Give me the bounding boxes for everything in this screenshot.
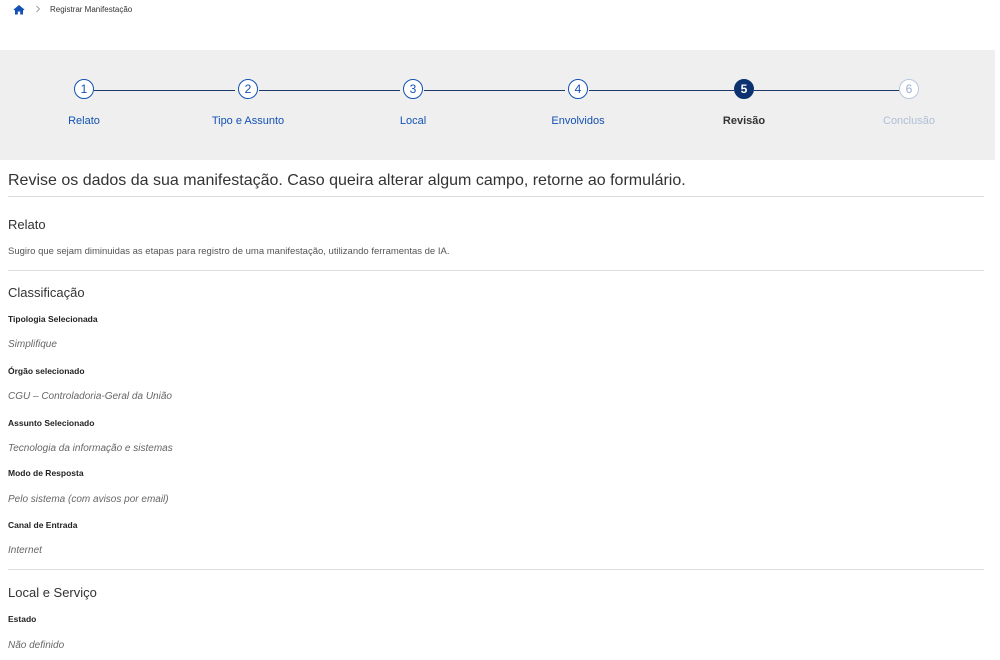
page-title: Revise os dados da sua manifestação. Cas… (8, 172, 686, 189)
step-number: 2 (238, 79, 258, 99)
field-value: CGU – Controladoria-Geral da União (8, 391, 172, 402)
step-number: 5 (734, 79, 754, 99)
step-tipo-assunto[interactable]: 2 Tipo e Assunto (188, 79, 308, 127)
field-value: Pelo sistema (com avisos por email) (8, 494, 169, 505)
section-title-relato: Relato (8, 217, 46, 232)
field-value: Tecnologia da informação e sistemas (8, 443, 173, 454)
step-label: Tipo e Assunto (211, 115, 285, 127)
step-local[interactable]: 3 Local (353, 79, 473, 127)
field-value: Internet (8, 545, 42, 556)
step-label: Revisão (722, 115, 766, 127)
field-label: Assunto Selecionado (8, 418, 95, 428)
divider (8, 196, 984, 197)
field-value: Não definido (8, 640, 65, 651)
chevron-right-icon (33, 4, 43, 14)
step-label: Conclusão (883, 115, 935, 127)
field-label: Estado (8, 614, 37, 624)
home-icon[interactable] (13, 4, 25, 15)
step-number: 1 (74, 79, 94, 99)
section-title-classificacao: Classificação (8, 285, 85, 300)
divider (8, 569, 984, 570)
breadcrumb-current: Registrar Manifestação (50, 4, 133, 14)
progress-stepper: 1 Relato 2 Tipo e Assunto 3 Local 4 Envo… (0, 50, 995, 160)
field-label: Órgão selecionado (8, 366, 85, 376)
field-value: Simplifique (8, 339, 57, 350)
step-revisao: 5 Revisão (684, 79, 804, 127)
step-number: 3 (403, 79, 423, 99)
field-label: Tipologia Selecionada (8, 314, 98, 324)
step-label: Relato (68, 115, 100, 127)
breadcrumb: Registrar Manifestação (13, 2, 132, 16)
step-number: 6 (899, 79, 919, 99)
step-number: 4 (568, 79, 588, 99)
step-label: Envolvidos (551, 115, 605, 127)
divider (8, 270, 984, 271)
field-label: Modo de Resposta (8, 468, 84, 478)
step-conclusao: 6 Conclusão (849, 79, 969, 127)
step-envolvidos[interactable]: 4 Envolvidos (518, 79, 638, 127)
field-label: Canal de Entrada (8, 520, 78, 530)
step-relato[interactable]: 1 Relato (24, 79, 144, 127)
section-title-local-servico: Local e Serviço (8, 585, 97, 600)
relato-text: Sugiro que sejam diminuidas as etapas pa… (8, 246, 450, 257)
step-label: Local (399, 115, 427, 127)
